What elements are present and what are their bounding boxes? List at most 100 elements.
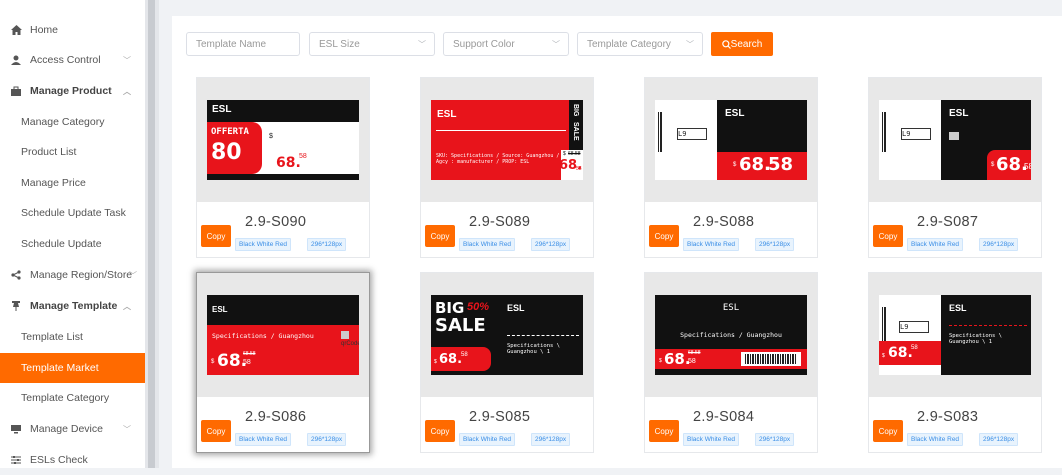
price-decimal: 58 — [688, 358, 696, 365]
sidebar: Home Access Control ﹀ Manage Product ︿ M… — [0, 0, 145, 468]
esl-tag-image: BIG 50% SALE ESL Specifications \ Guangz… — [431, 295, 583, 375]
sidebar-item-manage-category[interactable]: Manage Category — [0, 107, 145, 137]
color-badge: Black White Red — [907, 238, 964, 251]
template-card-s084[interactable]: ESL Specifications / Guangzhou $ 68. 68.… — [644, 272, 818, 453]
sidebar-item-manage-region-store[interactable]: Manage Region/Store ﹀ — [0, 260, 145, 290]
chevron-up-icon: ︿ — [123, 87, 131, 96]
sidebar-item-label: Schedule Update — [21, 238, 102, 250]
spec-text: Specifications \ Guangzhou \ 1 — [507, 343, 560, 355]
chevron-up-icon: ︿ — [123, 302, 131, 311]
scrollbar-thumb[interactable] — [148, 0, 155, 468]
old-price: 68.58 — [688, 350, 701, 356]
copy-button[interactable]: Copy — [649, 420, 679, 442]
sidebar-item-schedule-update-task[interactable]: Schedule Update Task — [0, 198, 145, 228]
offerta-label: OFFERTA — [211, 127, 249, 137]
template-preview: ESL SKU: Specifications / Source: Guangz… — [421, 78, 593, 202]
template-card-s089[interactable]: ESL SKU: Specifications / Source: Guangz… — [420, 77, 594, 258]
sliders-icon — [10, 454, 22, 466]
sidebar-item-label: Access Control — [30, 54, 101, 66]
spec-text: Specifications \ Guangzhou \ 1 — [949, 333, 1002, 345]
search-icon — [721, 39, 731, 49]
size-badge: 296*128px — [307, 238, 347, 251]
template-card-s083[interactable]: L9 ESL Specifications \ Guangzhou \ 1 $ … — [868, 272, 1042, 453]
template-card-s087[interactable]: L9 ESL $ 68. 58 Copy 2.9-S087 Black Whit… — [868, 77, 1042, 258]
sidebar-item-manage-price[interactable]: Manage Price — [0, 168, 145, 198]
search-label: Search — [730, 38, 763, 50]
sidebar-item-template-list[interactable]: Template List — [0, 322, 145, 352]
copy-button[interactable]: Copy — [201, 420, 231, 442]
sidebar-item-label: Manage Product — [30, 85, 112, 97]
esl-label: ESL — [949, 303, 967, 313]
esl-tag-image: ESL Specifications / Guangzhou $ 68. 68.… — [655, 295, 807, 375]
template-preview: ESL OFFERTA 80 $ 68. 58 — [197, 78, 369, 202]
sidebar-item-template-category[interactable]: Template Category — [0, 383, 145, 413]
sidebar-item-schedule-update[interactable]: Schedule Update — [0, 229, 145, 259]
user-icon — [10, 54, 22, 66]
spec-text: Specifications / Guangzhou — [212, 332, 314, 340]
price-integer: 68. — [439, 352, 463, 367]
size-badge: 296*128px — [531, 238, 571, 251]
broken-image-icon — [949, 132, 959, 140]
template-preview: ESL Specifications / Guangzhou $ 68. 68.… — [645, 273, 817, 397]
color-badge: Black White Red — [459, 238, 516, 251]
sidebar-item-esls-check[interactable]: ESLs Check — [0, 445, 145, 475]
sidebar-item-access-control[interactable]: Access Control ﹀ — [0, 45, 145, 75]
size-badge: 296*128px — [755, 433, 795, 446]
sidebar-item-label: ESLs Check — [30, 454, 88, 466]
copy-button[interactable]: Copy — [425, 420, 455, 442]
sidebar-scrollbar[interactable] — [145, 0, 159, 468]
currency-symbol: $ — [434, 359, 437, 365]
sidebar-item-product-list[interactable]: Product List — [0, 137, 145, 167]
sidebar-item-manage-template[interactable]: Manage Template ︿ — [0, 291, 145, 321]
template-preview: L9 ESL $ 68. 58 — [869, 78, 1041, 202]
price-decimal: 58 — [576, 166, 582, 172]
template-name-placeholder: Template Name — [196, 38, 267, 50]
color-badge: Black White Red — [907, 433, 964, 446]
sidebar-item-label: Manage Region/Store — [30, 269, 133, 281]
price-decimal: 58 — [768, 154, 794, 175]
copy-button[interactable]: Copy — [649, 225, 679, 247]
price-decimal: 58 — [299, 153, 307, 160]
template-preview: L9 ESL $ 68. 58 — [645, 78, 817, 202]
price-decimal: 58 — [243, 359, 251, 366]
template-category-placeholder: Template Category — [587, 38, 671, 50]
esl-size-select[interactable]: ESL Size ﹀ — [309, 32, 435, 56]
esl-tag-image: L9 ESL $ 68. 58 — [879, 100, 1031, 180]
price-decimal: 58 — [461, 352, 468, 358]
sale-label: SALE — [435, 315, 486, 336]
support-color-select[interactable]: Support Color ﹀ — [443, 32, 569, 56]
sidebar-item-template-market[interactable]: Template Market — [0, 353, 145, 383]
template-card-s090[interactable]: ESL OFFERTA 80 $ 68. 58 Copy 2.9-S090 Bl… — [196, 77, 370, 258]
chevron-down-icon: ﹀ — [552, 40, 560, 49]
sidebar-item-label: Template Category — [21, 392, 110, 404]
size-badge: 296*128px — [307, 433, 347, 446]
price-integer: 68. — [664, 350, 691, 368]
qrcode-alt-text: qrCode — [341, 341, 359, 347]
sidebar-item-manage-product[interactable]: Manage Product ︿ — [0, 76, 145, 106]
sidebar-item-label: Manage Price — [21, 177, 86, 189]
currency-symbol: $ — [563, 151, 566, 157]
copy-button[interactable]: Copy — [201, 225, 231, 247]
sidebar-item-label: Manage Category — [21, 116, 105, 128]
template-card-s088[interactable]: L9 ESL $ 68. 58 Copy 2.9-S088 Black Whit… — [644, 77, 818, 258]
esl-size-placeholder: ESL Size — [319, 38, 360, 50]
sidebar-item-home[interactable]: Home — [0, 15, 145, 45]
esl-tag-image: L9 ESL $ 68. 58 — [655, 100, 807, 180]
template-category-select[interactable]: Template Category ﹀ — [577, 32, 703, 56]
currency-symbol: $ — [659, 358, 662, 364]
copy-button[interactable]: Copy — [873, 225, 903, 247]
template-name: 2.9-S085 — [469, 409, 531, 425]
price-integer: 68. — [888, 345, 913, 361]
bag-icon — [10, 85, 22, 97]
template-name-input[interactable]: Template Name — [186, 32, 300, 56]
copy-button[interactable]: Copy — [873, 420, 903, 442]
template-card-s085[interactable]: BIG 50% SALE ESL Specifications \ Guangz… — [420, 272, 594, 453]
search-button[interactable]: Search — [711, 32, 773, 56]
copy-button[interactable]: Copy — [425, 225, 455, 247]
sidebar-item-label: Schedule Update Task — [21, 207, 126, 219]
barcode-icon — [658, 112, 662, 152]
template-card-s086[interactable]: ESL Specifications / Guangzhou qrCode $ … — [196, 272, 370, 453]
barcode-icon — [745, 354, 797, 364]
sidebar-item-manage-device[interactable]: Manage Device ﹀ — [0, 414, 145, 444]
pin-icon — [10, 300, 22, 312]
